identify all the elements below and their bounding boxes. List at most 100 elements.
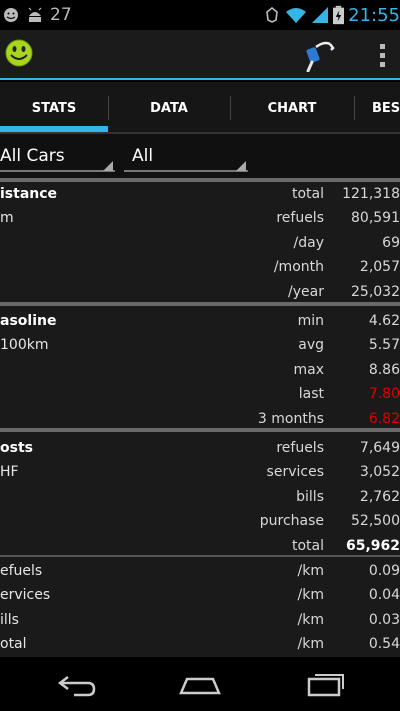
fuel-pump-icon[interactable] [304,38,336,72]
car-spinner-value: All Cars [0,146,65,166]
status-notifications: 27 [2,4,72,26]
metric-label: last [298,386,324,402]
period-spinner-underline [124,170,248,172]
action-bar-divider [0,78,400,80]
metric-label: avg [298,337,324,353]
metric-label: purchase [259,513,324,529]
notification-count: 27 [50,5,72,25]
row-separator [0,555,400,557]
table-row: /month 2,057 [0,256,400,280]
action-bar [0,30,400,80]
stats-table: istance total 121,318 m refuels 80,591 /… [0,178,400,657]
metric-value: 2,057 [359,259,400,275]
metric-value: 52,500 [351,513,400,529]
period-spinner[interactable]: All [124,140,248,172]
table-row: istance total 121,318 [0,183,400,207]
battery-icon [333,5,345,25]
table-row: ervices /km 0.04 [0,584,400,608]
metric-value-highlight: 6.82 [368,411,400,427]
metric-value: 4.62 [368,313,400,329]
metric-label: /km [297,563,324,579]
period-spinner-value: All [132,146,154,166]
tab-selected-indicator [0,126,108,132]
spinner-arrow-icon [103,161,113,171]
spinner-arrow-icon [236,161,246,171]
metric-value: 2,762 [359,489,400,505]
metric-label: /year [288,284,324,300]
overflow-dot [379,44,385,49]
smiley-app-icon[interactable] [4,38,34,68]
table-row: 100km avg 5.57 [0,334,400,358]
signal-icon [312,7,329,23]
table-row: m refuels 80,591 [0,207,400,231]
table-row: ills /km 0.03 [0,609,400,633]
navigation-bar [0,657,400,711]
car-spinner[interactable]: All Cars [0,140,115,172]
metric-label: 3 months [257,411,324,427]
section-unit: 100km [0,337,49,353]
metric-value: 25,032 [351,284,400,300]
metric-value: 5.57 [368,337,400,353]
section-separator [0,428,400,432]
car-spinner-underline [0,170,115,172]
section-separator [0,178,400,182]
android-debug-icon [28,7,42,22]
recents-icon[interactable] [303,667,349,701]
metric-label: /month [273,259,324,275]
status-bar: 27 21:55 [0,0,400,30]
metric-value: 80,591 [351,210,400,226]
table-row: otal /km 0.54 [0,633,400,657]
status-system-icons: 21:55 [263,3,400,27]
overflow-dot [379,53,385,58]
overflow-menu-icon[interactable] [372,42,392,68]
table-row: osts refuels 7,649 [0,437,400,461]
section-title: asoline [0,313,57,329]
metric-label: /km [297,636,324,652]
row-label: otal [0,636,27,652]
metric-label: total [291,538,324,554]
metric-label: /km [297,587,324,603]
metric-label: /day [293,235,324,251]
metric-value: 8.86 [368,362,400,378]
table-row: last 7.80 [0,383,400,407]
metric-value-total: 65,962 [345,538,400,554]
section-separator [0,302,400,306]
table-row: HF services 3,052 [0,461,400,485]
row-label: ills [0,612,19,628]
metric-label: total [291,186,324,202]
section-title: istance [0,186,58,202]
table-row: bills 2,762 [0,486,400,510]
metric-label: /km [297,612,324,628]
section-title: osts [0,440,33,456]
metric-value: 0.04 [368,587,400,603]
metric-value: 0.54 [368,636,400,652]
row-label: efuels [0,563,43,579]
smiley-notification-icon [4,8,18,22]
home-icon[interactable] [177,667,223,701]
row-label: ervices [0,587,51,603]
tab-best[interactable]: BEST [354,82,400,134]
metric-value-highlight: 7.80 [368,386,400,402]
table-row: asoline min 4.62 [0,310,400,334]
metric-value: 0.03 [368,612,400,628]
metric-value: 0.09 [368,563,400,579]
metric-value: 121,318 [342,186,400,202]
metric-value: 3,052 [359,464,400,480]
metric-label: min [297,313,324,329]
table-row: purchase 52,500 [0,510,400,534]
sync-icon [266,6,278,23]
metric-value: 69 [382,235,400,251]
metric-label: refuels [276,440,324,456]
metric-value: 7,649 [359,440,400,456]
tab-chart[interactable]: CHART [230,82,354,134]
metric-label: services [266,464,324,480]
metric-label: bills [296,489,324,505]
clock: 21:55 [348,4,400,26]
metric-label: refuels [276,210,324,226]
back-icon[interactable] [52,667,98,701]
wifi-icon [286,8,307,23]
metric-label: max [293,362,324,378]
tab-data[interactable]: DATA [108,82,230,134]
section-unit: HF [0,464,19,480]
table-row: /day 69 [0,232,400,256]
